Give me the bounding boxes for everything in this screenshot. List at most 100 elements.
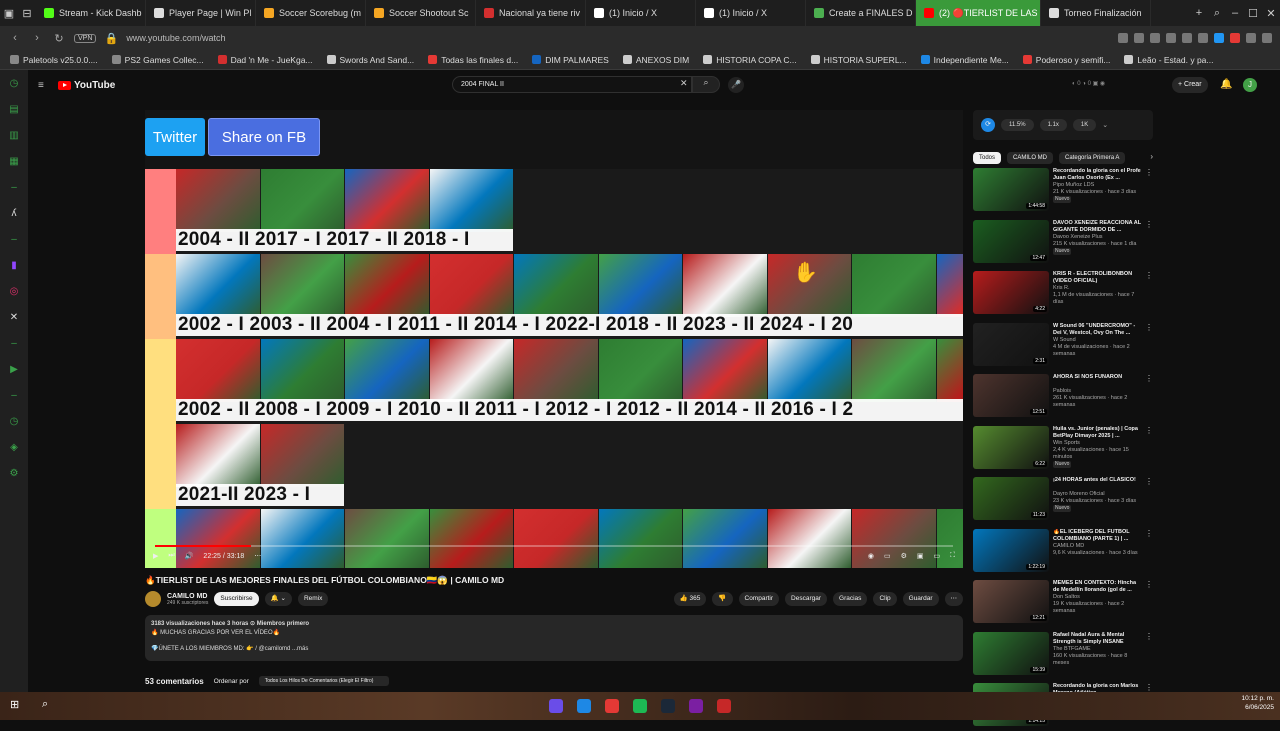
x-icon[interactable]: ✕	[8, 312, 20, 324]
more-options-icon[interactable]: ⋮	[1145, 271, 1153, 319]
bookmark-item[interactable]: Leão - Estad. y pa...	[1124, 55, 1214, 65]
recommendation-item[interactable]: 15:39 Rafael Nadal Aura & Mental Strength…	[973, 631, 1153, 680]
recommendation-thumbnail[interactable]: 2:31	[973, 322, 1049, 366]
browser-tab[interactable]: (1) Inicio / X	[586, 0, 696, 26]
like-button[interactable]: 👍 365	[673, 592, 707, 606]
bookmark-item[interactable]: Todas las finales d...	[428, 55, 518, 65]
thanks-button[interactable]: Gracias	[833, 592, 868, 606]
windows-start-icon[interactable]: ⊞	[10, 698, 19, 711]
more-options-icon[interactable]: ⋮	[1145, 477, 1153, 525]
sort-button[interactable]: Ordenar por	[214, 678, 249, 685]
recommendation-item[interactable]: 12:47 DAVOO XENEIZE REACCIONA AL GIGANTE …	[973, 219, 1153, 268]
settings-button[interactable]: ⚙	[901, 552, 907, 560]
comment-filter[interactable]: Todos Los Hilos De Comentarios (Elegir E…	[258, 676, 389, 686]
recommendation-item[interactable]: 4:22 KRIS R - ELECTROLIBONBON (VIDEO OFIC…	[973, 271, 1153, 319]
recommendation-thumbnail[interactable]: 4:22	[973, 271, 1049, 314]
download-button[interactable]: Descargar	[785, 592, 828, 606]
recommendation-title[interactable]: Recordando la gloria con el Profe Juan C…	[1053, 168, 1141, 182]
menu-lines-icon[interactable]	[1262, 33, 1272, 43]
video-player[interactable]: Twitter Share on FB 2004 - II 2017 - I 2…	[145, 110, 963, 568]
browser-tab[interactable]: Torneo Finalización	[1041, 0, 1151, 26]
close-window-button[interactable]: ✕	[1262, 7, 1280, 20]
copilot-icon[interactable]	[549, 699, 563, 713]
share-button[interactable]: Compartir	[738, 592, 780, 606]
more-options-icon[interactable]: ⋮	[1145, 580, 1153, 628]
bookmark-item[interactable]: HISTORIA SUPERL...	[810, 55, 907, 65]
bookmark-item[interactable]: Poderoso y semifi...	[1022, 55, 1110, 65]
video-description[interactable]: 3183 visualizaciones hace 3 horas ⊙ Miem…	[145, 615, 963, 661]
browser-tab[interactable]: Player Page | Win Pl	[146, 0, 256, 26]
subtitles-button[interactable]: ▭	[884, 552, 891, 560]
recommendation-title[interactable]: Rafael Nadal Aura & Mental Strength is S…	[1053, 632, 1141, 646]
reload-icon[interactable]: ↻	[52, 32, 66, 45]
next-button[interactable]: ⏭	[168, 552, 174, 560]
recommendation-item[interactable]: 1:44:58 Recordando la gloria con el Profe…	[973, 168, 1153, 216]
recommendation-thumbnail[interactable]: 12:51	[973, 374, 1049, 417]
fullscreen-button[interactable]: ⛶	[950, 552, 955, 560]
extension-logo-icon[interactable]: ⟳	[981, 118, 995, 132]
twitter-button[interactable]: Twitter	[145, 118, 205, 156]
bookmark-item[interactable]: Swords And Sand...	[326, 55, 414, 65]
recommendation-thumbnail[interactable]: 1:44:58	[973, 168, 1049, 211]
quality-pill[interactable]: 1K	[1072, 119, 1097, 131]
notification-bell-button[interactable]: 🔔 ⌄	[264, 592, 292, 606]
video-progress-bar[interactable]	[155, 545, 953, 547]
tickets-icon[interactable]: ▥	[8, 130, 20, 142]
bookmark-item[interactable]: Paletools v25.0.0....	[10, 55, 98, 65]
recommendation-title[interactable]: AHORA SI NOS FUNARON	[1053, 374, 1141, 388]
recommendation-title[interactable]: MEMES EN CONTEXTO: Hincha de Medellín ll…	[1053, 580, 1141, 594]
more-options-icon[interactable]: ⋮	[1145, 168, 1153, 216]
download-icon[interactable]	[1246, 33, 1256, 43]
recorder-icon[interactable]	[717, 699, 731, 713]
recommendation-thumbnail[interactable]: 12:21	[973, 580, 1049, 623]
browser-tab[interactable]: Stream - Kick Dashb	[36, 0, 146, 26]
recommendation-thumbnail[interactable]: 11:23	[973, 477, 1049, 520]
miniplayer-button[interactable]: ▣	[917, 552, 924, 560]
notes-icon[interactable]: ▦	[8, 156, 20, 168]
youtube-logo[interactable]: YouTube	[58, 80, 115, 91]
back-icon[interactable]: ‹	[8, 32, 22, 44]
more-actions-button[interactable]: ⋯	[944, 592, 963, 606]
recommendation-item[interactable]: 1:22:19 🔥EL ICEBERG DEL FÚTBOL COLOMBIANO…	[973, 528, 1153, 577]
vpn-badge[interactable]: VPN	[74, 33, 97, 43]
more-options-icon[interactable]: ⋮	[1145, 529, 1153, 577]
mic-icon[interactable]: 🎤	[728, 77, 744, 93]
edge-icon[interactable]	[577, 699, 591, 713]
browser-tab[interactable]: Create a FINALES D	[806, 0, 916, 26]
instagram-icon[interactable]: ◎	[8, 286, 20, 298]
history-icon[interactable]: ◷	[8, 78, 20, 90]
sidebar-toggle-icon[interactable]: ⊟	[18, 7, 36, 20]
bookmark-item[interactable]: Independiente Me...	[920, 55, 1009, 65]
chevron-down-icon[interactable]: ⌄	[1102, 121, 1108, 129]
new-tab-button[interactable]: +	[1190, 7, 1208, 19]
search-icon[interactable]: ⌕	[42, 698, 48, 711]
recommendation-item[interactable]: 2:31 W Sound 06 "UNDERCROMO" - Dei V, Wes…	[973, 322, 1153, 371]
chevron-right-icon[interactable]: ›	[1150, 152, 1153, 164]
browser-tab[interactable]: Soccer Shootout Sc	[366, 0, 476, 26]
maximize-button[interactable]: ☐	[1244, 7, 1262, 20]
send-icon[interactable]	[1182, 33, 1192, 43]
browser-tab[interactable]: Nacional ya tiene riv	[476, 0, 586, 26]
search-input[interactable]: 2004 FINAL II	[452, 76, 692, 93]
browser-tab[interactable]: (1) Inicio / X	[696, 0, 806, 26]
recommendation-title[interactable]: Huila vs. Junior (penales) | Copa BetPla…	[1053, 426, 1141, 440]
clear-search-icon[interactable]: ✕	[680, 78, 688, 89]
more-options-icon[interactable]: ⋮	[1145, 220, 1153, 268]
subscribe-button[interactable]: Suscribirse	[214, 592, 259, 606]
share-fb-button[interactable]: Share on FB	[208, 118, 320, 156]
recommendation-item[interactable]: 11:23 ¡24 HORAS antes del CLÁSICO! Dayro M…	[973, 477, 1153, 525]
recommendation-thumbnail[interactable]: 15:39	[973, 631, 1049, 675]
recommendation-thumbnail[interactable]: 12:47	[973, 219, 1049, 263]
clock-icon[interactable]: ◷	[8, 416, 20, 428]
bookmark-icon[interactable]	[1134, 33, 1144, 43]
more-options-icon[interactable]: ⋮	[1145, 323, 1153, 371]
recommendation-item[interactable]: 12:51 AHORA SI NOS FUNARON Pablois 261 K vi…	[973, 374, 1153, 422]
wallet-icon[interactable]: ▤	[8, 104, 20, 116]
remix-button[interactable]: Remix	[297, 592, 329, 606]
bookmark-item[interactable]: PS2 Games Collec...	[111, 55, 204, 65]
volume-icon[interactable]: 🔊	[185, 552, 194, 560]
opera-icon[interactable]	[605, 699, 619, 713]
browser-tab[interactable]: (2) 🔴TIERLIST DE LAS M	[916, 0, 1041, 26]
save-button[interactable]: Guardar	[902, 592, 939, 606]
bookmark-item[interactable]: Dad 'n Me - JueKga...	[217, 55, 313, 65]
